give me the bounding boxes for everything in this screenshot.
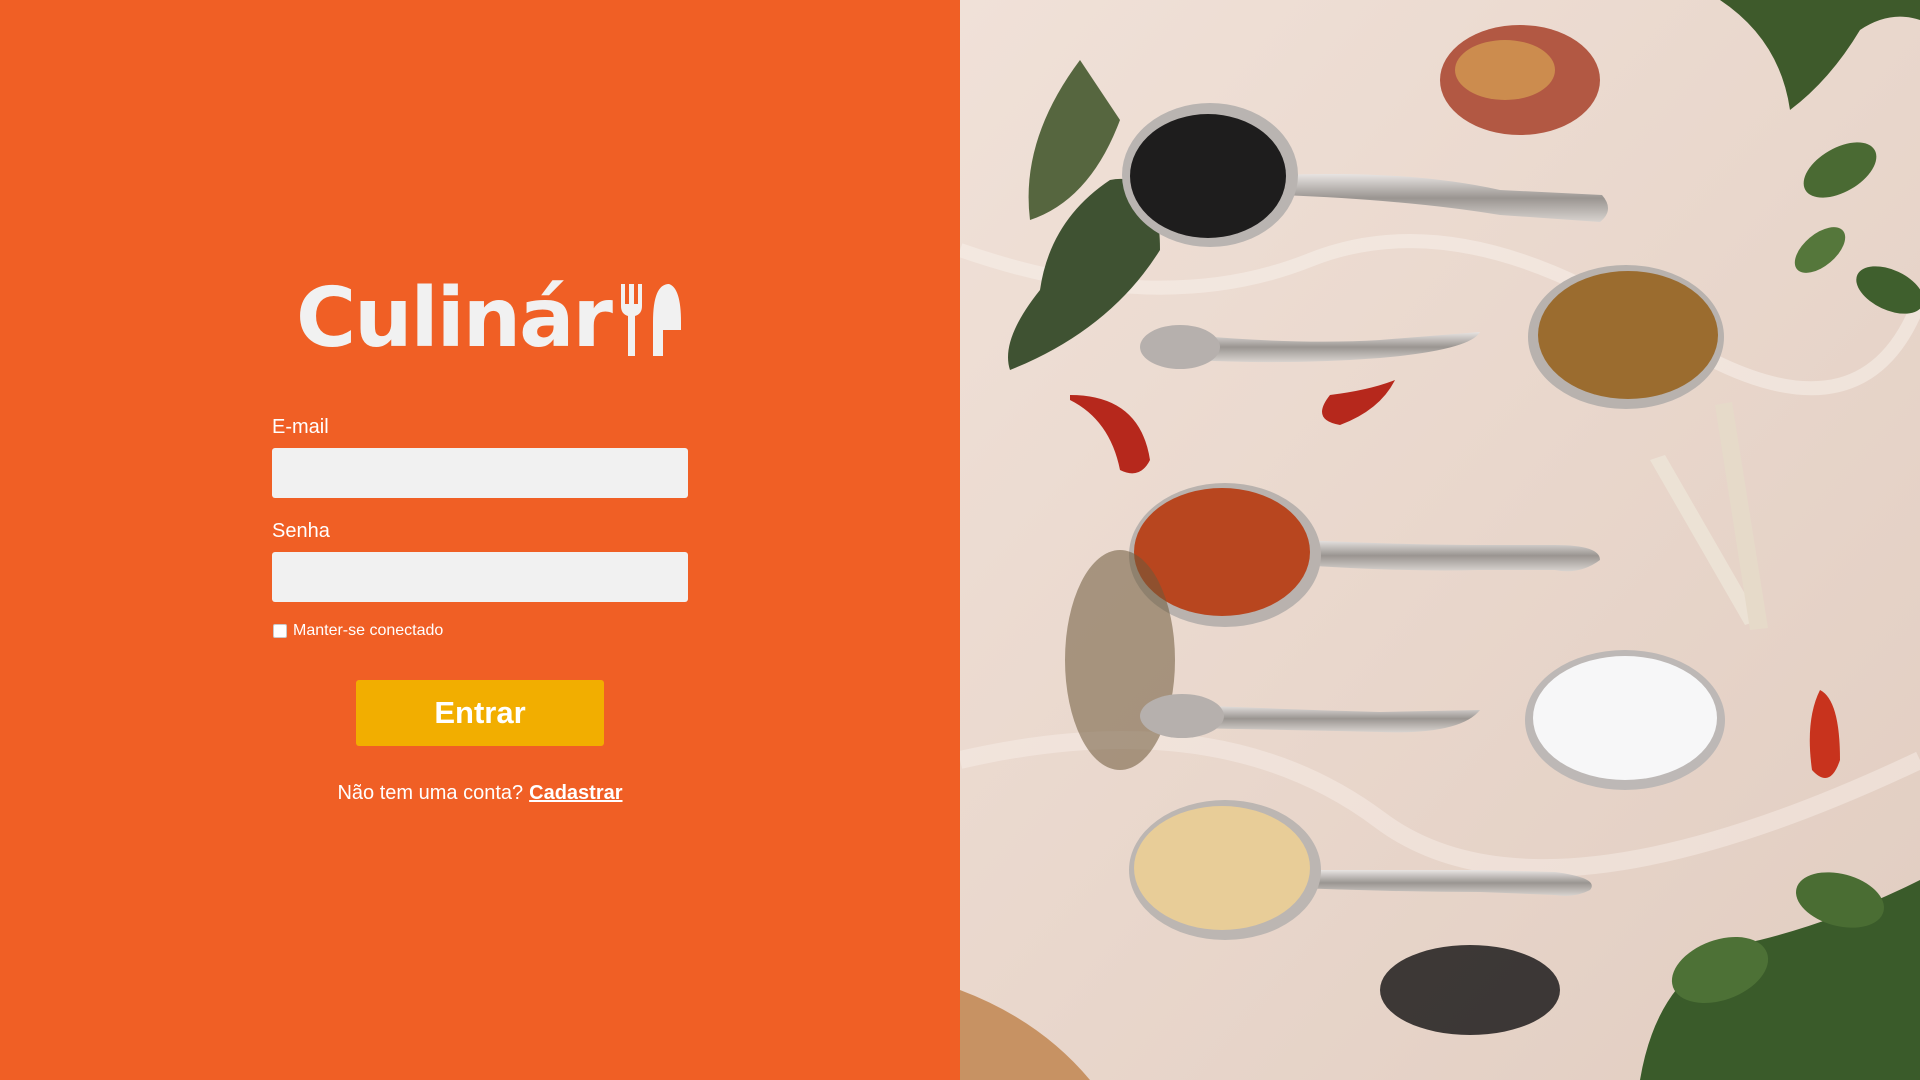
signup-link[interactable]: Cadastrar [529, 782, 622, 804]
remember-me[interactable]: Manter-se conectado [273, 622, 443, 640]
email-label: E-mail [272, 416, 329, 438]
signup-prompt: Não tem uma conta? Cadastrar [0, 782, 960, 805]
signup-prompt-text: Não tem uma conta? [337, 782, 524, 804]
login-button[interactable]: Entrar [356, 680, 604, 746]
logo-text: Culinár [296, 271, 613, 366]
black-sesame [1380, 945, 1560, 1035]
remember-label: Manter-se conectado [293, 622, 444, 639]
remember-checkbox[interactable] [273, 624, 287, 638]
spices-illustration [960, 0, 1920, 1080]
spices-photo [960, 0, 1920, 1080]
password-input[interactable] [272, 552, 688, 602]
fork-spoon-icon [620, 284, 681, 356]
logo: Culinár [296, 278, 683, 360]
password-label: Senha [272, 520, 330, 542]
email-input[interactable] [272, 448, 688, 498]
login-panel: Culinár E-mail Senha Manter-se conectado… [0, 0, 960, 1080]
cumin-seeds [1065, 550, 1175, 770]
chili-flakes [1440, 25, 1600, 135]
